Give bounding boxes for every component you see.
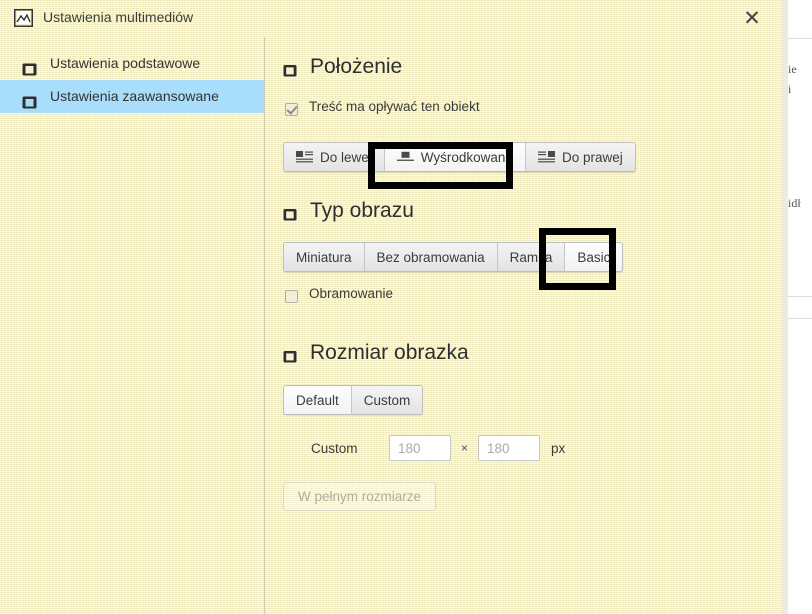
background-rule	[788, 318, 812, 319]
align-center-button[interactable]: Wyśrodkowane	[384, 143, 526, 171]
sidebar-item-label: Ustawienia zaawansowane	[50, 88, 219, 104]
panel-icon	[22, 89, 37, 109]
image-type-basic-button[interactable]: Basic	[565, 243, 623, 271]
border-checkbox[interactable]	[285, 290, 298, 303]
wrap-text-checkbox-row[interactable]: Treść ma opływać ten obiekt	[285, 99, 781, 125]
image-type-basic-label: Basic	[577, 249, 611, 265]
settings-content-pane: Położenie Treść ma opływać ten obiekt Do…	[266, 37, 781, 614]
size-mode-custom-button[interactable]: Custom	[351, 386, 423, 414]
size-separator: ×	[461, 441, 469, 455]
custom-size-label: Custom	[311, 440, 358, 456]
size-mode-custom-label: Custom	[363, 392, 411, 408]
sidebar-item-basic-settings[interactable]: Ustawienia podstawowe	[0, 47, 264, 80]
image-type-frame-button[interactable]: Ramka	[497, 243, 566, 271]
size-unit-label: px	[551, 440, 566, 456]
background-document: ie i idł	[788, 0, 812, 614]
align-left-button[interactable]: Do lewej	[284, 143, 385, 171]
wrap-text-label: Treść ma opływać ten obiekt	[309, 99, 480, 114]
background-rule	[788, 296, 812, 297]
custom-width-input[interactable]	[389, 435, 451, 461]
settings-sidebar: Ustawienia podstawowe Ustawienia zaawans…	[0, 37, 265, 614]
align-right-button[interactable]: Do prawej	[525, 143, 635, 171]
image-type-no-border-label: Bez obramowania	[376, 249, 485, 265]
panel-icon	[283, 64, 297, 78]
wrap-text-checkbox[interactable]	[285, 103, 298, 116]
background-text-line-1: ie	[788, 62, 797, 76]
section-header-position: Położenie	[283, 55, 781, 87]
background-text-line-2: i	[788, 82, 792, 96]
media-settings-dialog: Ustawienia multimediów ✕ Ustawienia pods…	[0, 0, 781, 614]
panel-icon	[283, 350, 297, 364]
size-mode-default-label: Default	[296, 392, 339, 408]
align-right-label: Do prawej	[561, 149, 623, 165]
align-right-icon	[537, 151, 555, 163]
align-left-icon	[296, 151, 313, 163]
section-title-position: Położenie	[310, 55, 403, 78]
image-type-no-border-button[interactable]: Bez obramowania	[364, 243, 498, 271]
align-center-icon	[396, 151, 414, 163]
section-header-image-size: Rozmiar obrazka	[283, 341, 781, 373]
section-title-image-size: Rozmiar obrazka	[310, 341, 469, 364]
close-icon[interactable]: ✕	[739, 6, 765, 32]
image-type-thumbnail-button[interactable]: Miniatura	[284, 243, 365, 271]
border-checkbox-row[interactable]: Obramowanie	[285, 286, 781, 312]
align-left-label: Do lewej	[320, 149, 372, 165]
custom-size-row: Custom × px	[283, 431, 781, 465]
media-settings-dialog-root: ie i idł Ustawienia multimediów ✕ Ustawi…	[0, 0, 812, 614]
dialog-body: Ustawienia podstawowe Ustawienia zaawans…	[0, 37, 781, 614]
size-mode-button-group-wrapper: Default Custom	[283, 385, 781, 415]
image-type-button-group: Miniatura Bez obramowania Ramka Basic	[283, 242, 624, 272]
alignment-button-group: Do lewej Wyśrodkowane Do prawej	[283, 142, 636, 172]
custom-height-input[interactable]	[478, 435, 541, 461]
sidebar-item-advanced-settings[interactable]: Ustawienia zaawansowane	[0, 80, 264, 113]
background-gutter	[781, 0, 788, 614]
image-type-thumbnail-label: Miniatura	[296, 249, 352, 265]
image-icon	[13, 8, 34, 28]
size-mode-button-group: Default Custom	[283, 385, 424, 415]
background-text-line-3: idł	[788, 196, 801, 210]
border-checkbox-label: Obramowanie	[309, 286, 394, 301]
panel-icon	[283, 208, 297, 222]
full-size-button[interactable]: W pełnym rozmiarze	[283, 482, 437, 511]
background-rule	[788, 38, 812, 39]
size-mode-default-button[interactable]: Default	[284, 386, 352, 414]
sidebar-item-label: Ustawienia podstawowe	[50, 55, 201, 71]
section-title-image-type: Typ obrazu	[310, 199, 414, 222]
panel-icon	[22, 56, 37, 76]
image-type-frame-label: Ramka	[509, 249, 553, 265]
section-header-image-type: Typ obrazu	[283, 199, 781, 231]
alignment-button-group-wrapper: Do lewej Wyśrodkowane Do prawej	[283, 142, 781, 172]
dialog-title: Ustawienia multimediów	[43, 9, 194, 25]
dialog-titlebar: Ustawienia multimediów ✕	[0, 0, 781, 37]
image-type-button-group-wrapper: Miniatura Bez obramowania Ramka Basic	[283, 242, 781, 272]
align-center-label: Wyśrodkowane	[420, 149, 513, 165]
